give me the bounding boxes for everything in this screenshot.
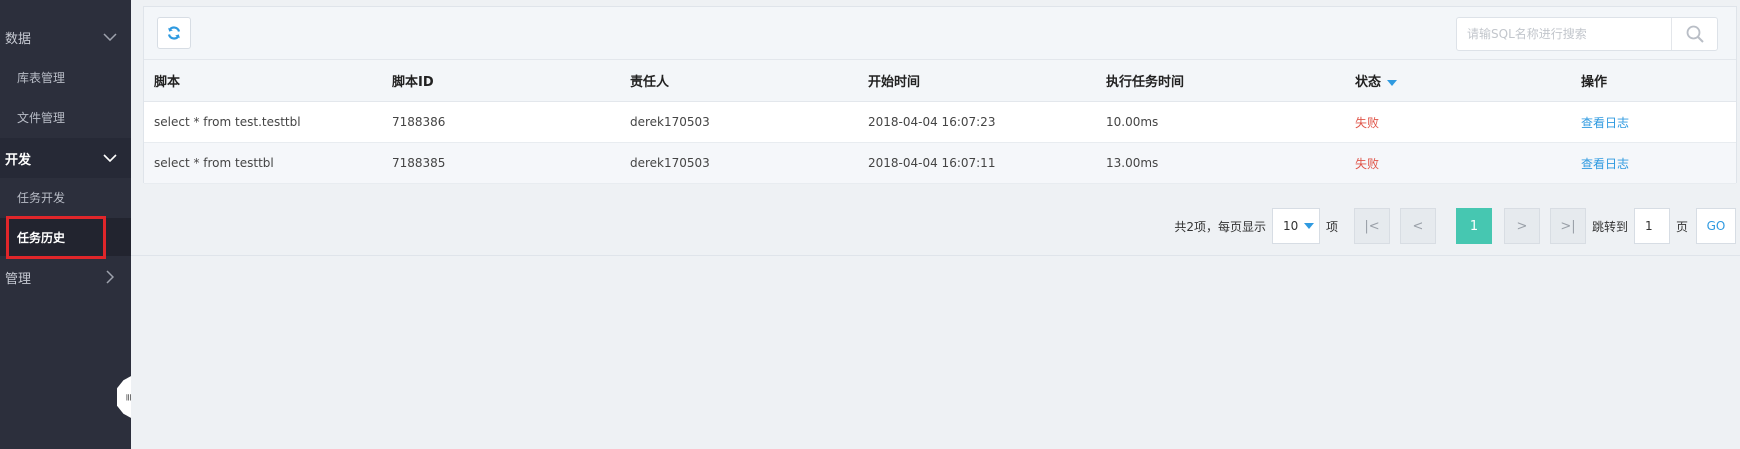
sidebar-group-label: 管理 [5,271,32,287]
refresh-icon [167,26,181,40]
pagination-bar: 共2项，每页显示 10 项 |< < 1 > >| 跳转到 页 GO [131,197,1740,256]
column-header-script[interactable]: 脚本 [144,59,382,102]
cell-owner: derek170503 [620,142,858,184]
last-page-button[interactable]: >| [1549,208,1586,244]
table-row: select * from testtbl 7188385 derek17050… [144,142,1736,184]
total-count-label: 共2项，每页显示 [1174,219,1266,234]
sidebar-group-label: 数据 [5,31,32,47]
cell-script-id: 7188385 [382,142,620,184]
sidebar-item-task-develop[interactable]: 任务开发 [0,178,131,216]
cell-action: 查看日志 [1571,101,1736,143]
chevron-right-icon [101,268,119,286]
item-unit-label: 项 [1325,219,1338,234]
column-header-action: 操作 [1571,59,1736,102]
pagination: 共2项，每页显示 10 项 |< < 1 > >| 跳转到 页 GO [1168,207,1736,245]
page-unit-label: 页 [1675,219,1688,234]
column-header-status-label: 状态 [1355,75,1382,90]
sidebar-group-label: 开发 [5,152,32,168]
search-button[interactable] [1671,18,1717,50]
sidebar-group-manage[interactable]: 管理 [0,258,131,296]
highlight-box [6,216,106,259]
page-button-current[interactable]: 1 [1455,208,1492,244]
jump-to-label: 跳转到 [1591,219,1628,234]
caret-down-icon [1304,223,1315,229]
chevron-down-icon [101,28,119,46]
column-header-duration[interactable]: 执行任务时间 [1096,59,1345,102]
table-header-row: 脚本 脚本ID 责任人 开始时间 执行任务时间 状态 操作 [144,59,1736,102]
view-log-link[interactable]: 查看日志 [1581,157,1629,171]
cell-status: 失败 [1345,101,1571,143]
sidebar-group-develop[interactable]: 开发 [0,138,131,178]
sort-caret-down-icon[interactable] [1387,79,1398,86]
search-icon [1686,25,1704,43]
sidebar-item-label: 库表管理 [17,70,66,85]
task-history-table: 脚本 脚本ID 责任人 开始时间 执行任务时间 状态 操作 select * f… [144,59,1736,184]
main-content: 脚本 脚本ID 责任人 开始时间 执行任务时间 状态 操作 select * f… [131,0,1740,449]
task-history-panel: 脚本 脚本ID 责任人 开始时间 执行任务时间 状态 操作 select * f… [143,6,1737,184]
cell-start-time: 2018-04-04 16:07:23 [858,101,1096,143]
sidebar: 数据 库表管理 文件管理 开发 任务开发 任务历史 管理 ≡ [0,0,133,449]
column-header-status[interactable]: 状态 [1345,59,1571,102]
sidebar-group-data[interactable]: 数据 [0,18,131,56]
search-input[interactable] [1457,18,1671,50]
cell-duration: 13.00ms [1096,142,1345,184]
cell-start-time: 2018-04-04 16:07:11 [858,142,1096,184]
column-header-owner[interactable]: 责任人 [620,59,858,102]
page-size-select[interactable]: 10 [1271,208,1320,244]
next-page-button[interactable]: > [1503,208,1540,244]
column-header-script-id[interactable]: 脚本ID [382,59,620,102]
sidebar-item-label: 文件管理 [17,110,66,125]
cell-owner: derek170503 [620,101,858,143]
cell-status: 失败 [1345,142,1571,184]
cell-duration: 10.00ms [1096,101,1345,143]
sidebar-item-file-management[interactable]: 文件管理 [0,98,131,136]
jump-page-input[interactable] [1633,208,1670,244]
prev-page-button[interactable]: < [1399,208,1436,244]
page-size-value: 10 [1282,219,1299,233]
cell-script: select * from test.testtbl [144,101,382,143]
refresh-button[interactable] [157,17,191,49]
cell-script: select * from testtbl [144,142,382,184]
view-log-link[interactable]: 查看日志 [1581,116,1629,130]
cell-action: 查看日志 [1571,142,1736,184]
search-box [1456,17,1718,51]
first-page-button[interactable]: |< [1353,208,1390,244]
cell-script-id: 7188386 [382,101,620,143]
sidebar-item-table-management[interactable]: 库表管理 [0,58,131,96]
go-button[interactable]: GO [1696,208,1736,244]
table-row: select * from test.testtbl 7188386 derek… [144,101,1736,143]
column-header-start-time[interactable]: 开始时间 [858,59,1096,102]
sidebar-item-label: 任务开发 [17,190,66,205]
chevron-down-icon [101,149,119,167]
